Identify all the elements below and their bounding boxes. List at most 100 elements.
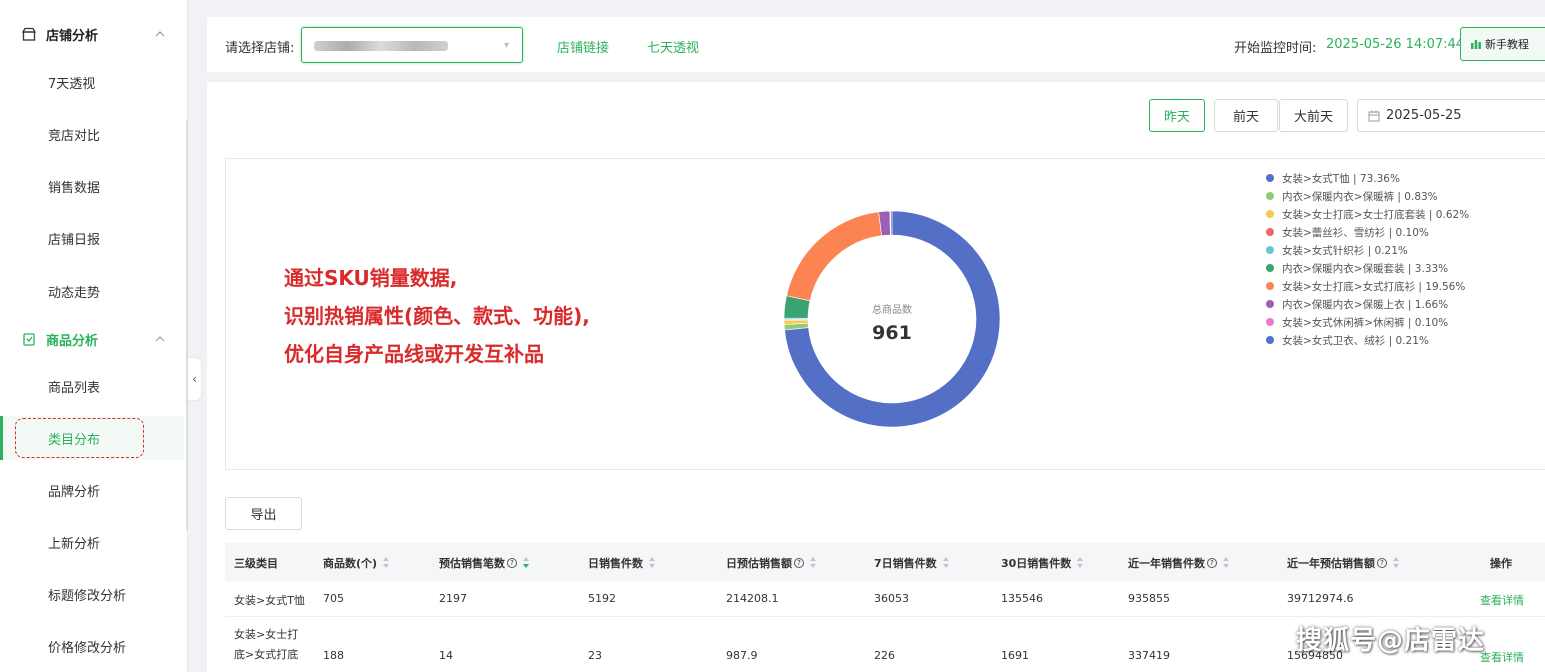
sort-icon[interactable]: [649, 557, 656, 569]
redacted-store-name: [314, 41, 448, 51]
sort-icon[interactable]: [383, 557, 390, 569]
chevron-left-icon: ‹: [192, 372, 197, 386]
legend-item[interactable]: 女装>女式针织衫 | 0.21%: [1266, 241, 1469, 259]
col-orders[interactable]: 预估销售笔数?: [439, 555, 530, 571]
guide-button[interactable]: 新手教程: [1460, 27, 1545, 61]
three-days-ago-button[interactable]: 大前天: [1279, 99, 1348, 132]
chevron-up-icon[interactable]: [154, 333, 166, 345]
day-before-button[interactable]: 前天: [1214, 99, 1278, 132]
sort-icon[interactable]: [1077, 557, 1084, 569]
legend-item[interactable]: 女装>女式休闲裤>休闲裤 | 0.10%: [1266, 313, 1469, 331]
sort-icon[interactable]: [1223, 557, 1230, 569]
view-details-link[interactable]: 查看详情: [1480, 649, 1524, 665]
col-qty30[interactable]: 30日销售件数: [1001, 555, 1084, 571]
table-row: 女装>女式T恤 705 2197 5192 214208.1 36053 135…: [225, 581, 1545, 617]
legend-dot: [1266, 282, 1274, 290]
sidebar-item-trend[interactable]: 动态走势: [0, 271, 184, 311]
col-count[interactable]: 商品数(个): [323, 555, 390, 571]
legend-item[interactable]: 女装>女式T恤 | 73.36%: [1266, 169, 1469, 187]
sidebar-group-label: 店铺分析: [46, 28, 99, 44]
date-value: 2025-05-25: [1386, 108, 1462, 123]
legend-dot: [1266, 228, 1274, 236]
table-header: 三级类目 商品数(个) 预估销售笔数? 日销售件数 日预估销售额? 7日销售件数…: [225, 543, 1545, 581]
legend-item[interactable]: 内衣>保暖内衣>保暖裤 | 0.83%: [1266, 187, 1469, 205]
legend-label: 女装>女式针织衫 | 0.21%: [1282, 244, 1408, 257]
cell-orders: 2197: [439, 592, 467, 605]
col-amount-year[interactable]: 近一年预估销售额?: [1287, 555, 1400, 571]
sidebar-item-price-changes[interactable]: 价格修改分析: [0, 626, 184, 666]
sidebar-item-category-distribution[interactable]: 类目分布: [0, 416, 184, 460]
legend-item[interactable]: 女装>蕾丝衫、雪纺衫 | 0.10%: [1266, 223, 1469, 241]
sidebar-item-daily-report[interactable]: 店铺日报: [0, 218, 184, 258]
legend-dot: [1266, 246, 1274, 254]
sort-icon[interactable]: [1393, 557, 1400, 569]
sidebar-item-sales-data[interactable]: 销售数据: [0, 166, 184, 206]
help-icon[interactable]: ?: [507, 558, 517, 568]
seven-day-link[interactable]: 七天透视: [647, 37, 699, 56]
chevron-up-icon[interactable]: [154, 28, 166, 40]
sidebar-item-brand-analysis[interactable]: 品牌分析: [0, 470, 184, 510]
collapse-sidebar-button[interactable]: ‹: [188, 357, 202, 401]
cell-amount-year: 39712974.6: [1287, 592, 1354, 605]
annotation-text: 通过SKU销量数据, 识别热销属性(颜色、款式、功能), 优化自身产品线或开发互…: [284, 259, 590, 373]
help-icon[interactable]: ?: [794, 558, 804, 568]
cell-daily-qty: 23: [588, 649, 602, 662]
sidebar-scrollbar[interactable]: [186, 120, 188, 530]
sidebar-item-competitor[interactable]: 竞店对比: [0, 114, 184, 154]
store-select-label: 请选择店铺:: [225, 41, 295, 56]
sidebar-group-product-analysis[interactable]: 商品分析: [0, 321, 188, 357]
sidebar-item-title-changes[interactable]: 标题修改分析: [0, 574, 184, 614]
monitor-time-label: 开始监控时间:: [1234, 41, 1317, 56]
legend-dot: [1266, 318, 1274, 326]
cell-qty7: 226: [874, 649, 895, 662]
cell-daily-amount: 214208.1: [726, 592, 779, 605]
cell-daily-amount: 987.9: [726, 649, 758, 662]
monitor-time: 2025-05-26 14:07:44: [1326, 37, 1465, 52]
col-qty-year[interactable]: 近一年销售件数?: [1128, 555, 1230, 571]
legend-item[interactable]: 内衣>保暖内衣>保暖上衣 | 1.66%: [1266, 295, 1469, 313]
legend-dot: [1266, 210, 1274, 218]
pie-slice[interactable]: [890, 210, 893, 236]
legend-label: 女装>女士打底>女士打底套装 | 0.62%: [1282, 208, 1470, 221]
store-link[interactable]: 店铺链接: [557, 37, 609, 56]
legend-item[interactable]: 女装>女士打底>女式打底衫 | 19.56%: [1266, 277, 1469, 295]
legend-label: 女装>女式T恤 | 73.36%: [1282, 172, 1400, 185]
sidebar-item-new-arrivals[interactable]: 上新分析: [0, 522, 184, 562]
chart-legend: 女装>女式T恤 | 73.36% 内衣>保暖内衣>保暖裤 | 0.83% 女装>女士…: [1266, 169, 1469, 349]
legend-item[interactable]: 内衣>保暖内衣>保暖套装 | 3.33%: [1266, 259, 1469, 277]
sort-icon[interactable]: [942, 557, 950, 569]
col-qty7[interactable]: 7日销售件数: [874, 555, 950, 571]
sidebar-item-product-list[interactable]: 商品列表: [0, 366, 184, 406]
sort-icon[interactable]: [810, 557, 817, 569]
store-icon: [22, 27, 36, 41]
legend-dot: [1266, 336, 1274, 344]
legend-dot: [1266, 192, 1274, 200]
yesterday-button[interactable]: 昨天: [1149, 99, 1205, 132]
legend-dot: [1266, 300, 1274, 308]
view-details-link[interactable]: 查看详情: [1480, 592, 1524, 608]
col-category: 三级类目: [234, 557, 278, 570]
cell-qty7: 36053: [874, 592, 909, 605]
date-picker[interactable]: 2025-05-25: [1357, 99, 1545, 132]
calendar-icon: [1368, 110, 1380, 121]
sort-icon[interactable]: [523, 557, 530, 569]
sidebar-item-7day[interactable]: 7天透视: [0, 62, 184, 102]
help-icon[interactable]: ?: [1377, 558, 1387, 568]
legend-dot: [1266, 264, 1274, 272]
legend-item[interactable]: 女装>女式卫衣、绒衫 | 0.21%: [1266, 331, 1469, 349]
cell-count: 705: [323, 592, 344, 605]
help-icon[interactable]: ?: [1207, 558, 1217, 568]
legend-dot: [1266, 174, 1274, 182]
col-daily-qty[interactable]: 日销售件数: [588, 555, 656, 571]
legend-item[interactable]: 女装>女士打底>女士打底套装 | 0.62%: [1266, 205, 1469, 223]
cell-qty30: 135546: [1001, 592, 1043, 605]
store-select[interactable]: ▾: [301, 27, 523, 63]
export-button[interactable]: 导出: [225, 497, 302, 530]
guide-button-label: 新手教程: [1485, 38, 1529, 51]
chevron-down-icon: ▾: [504, 40, 510, 51]
legend-label: 内衣>保暖内衣>保暖套装 | 3.33%: [1282, 262, 1449, 275]
col-daily-amount[interactable]: 日预估销售额?: [726, 555, 817, 571]
pie-slice[interactable]: [786, 211, 882, 302]
sidebar-group-store-analysis[interactable]: 店铺分析: [0, 16, 188, 52]
sidebar-group-label: 商品分析: [46, 333, 99, 349]
